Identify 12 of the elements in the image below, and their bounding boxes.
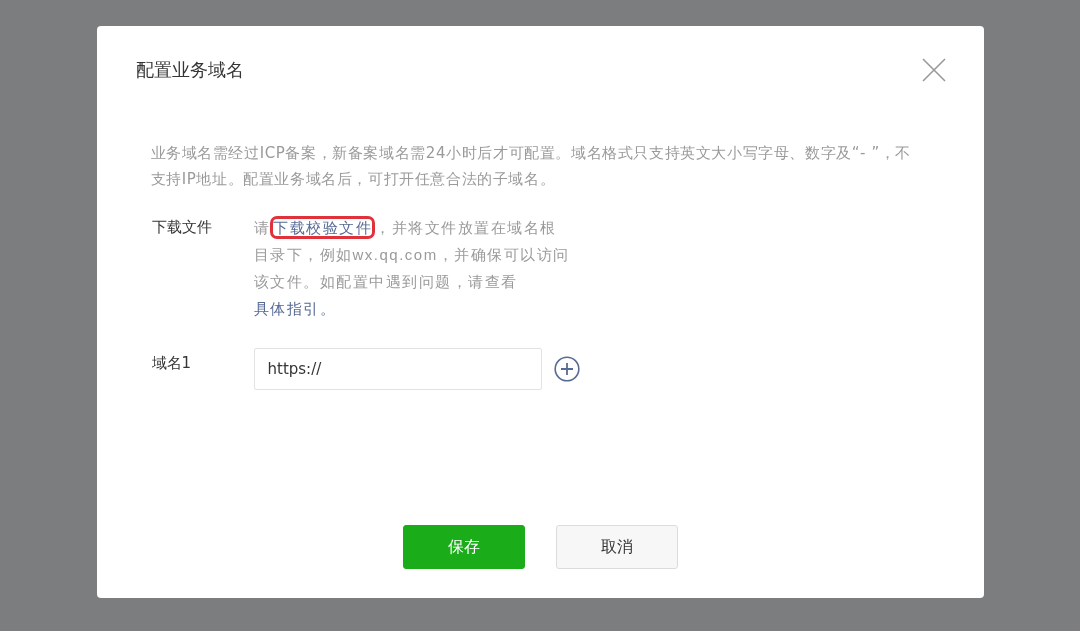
field-label: 域名1 bbox=[150, 353, 193, 374]
download-instructions: 请 下载校验文件 ，并将文件放置在域名根目录下，例如wx.qq.com，并确保可以访问该文件。如配置中遇到问题，请查看 具体指引。 bbox=[253, 214, 572, 322]
field-label: 下载文件 bbox=[150, 217, 213, 238]
cancel-button[interactable]: 取消 bbox=[555, 525, 678, 569]
dialog-title: 配置业务域名 bbox=[135, 58, 244, 82]
add-icon[interactable] bbox=[553, 356, 580, 382]
download-file-link[interactable]: 下载校验文件 bbox=[273, 219, 372, 236]
close-icon[interactable] bbox=[921, 58, 946, 82]
description-text: 业务域名需经过ICP备案，新备案域名需24小时后才可配置。域名格式只支持英文大小写字母、数字及“- ”，不支持IP地址。配置业务域名后，可打开任意合法的子域名。 bbox=[150, 143, 913, 190]
guide-link[interactable]: 具体指引。 bbox=[253, 300, 336, 317]
save-button[interactable]: 保存 bbox=[402, 525, 525, 569]
domain-input[interactable]: https:// bbox=[253, 348, 542, 390]
